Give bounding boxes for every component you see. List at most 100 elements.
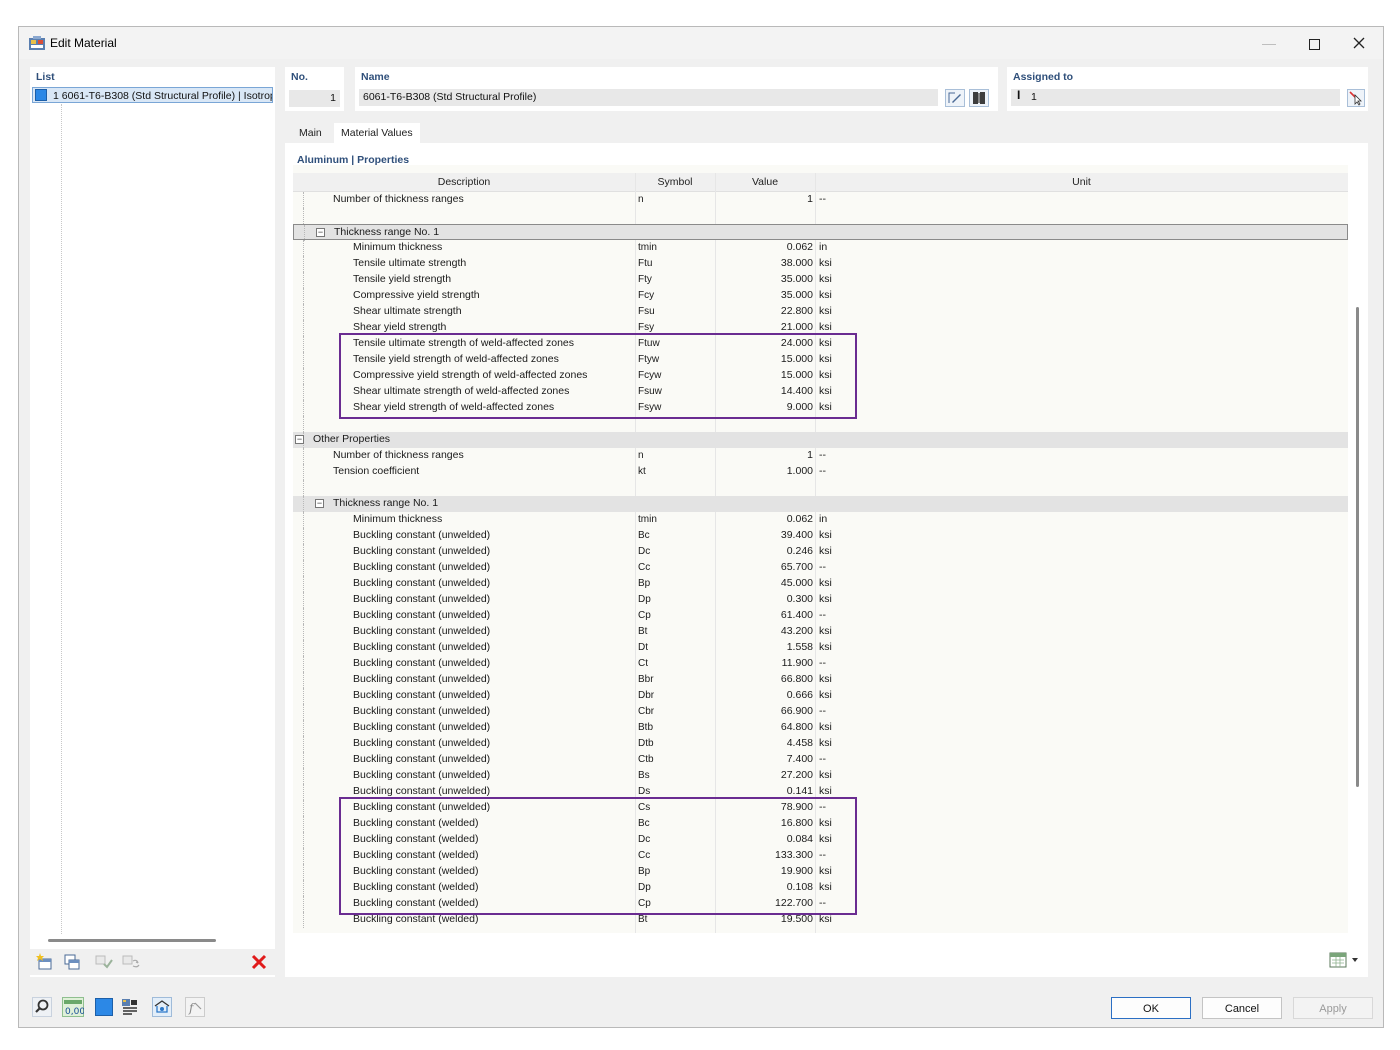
list-horizontal-scrollbar[interactable] xyxy=(48,939,216,942)
table-row[interactable]: Buckling constant (unwelded) Ctb 7.400 -- xyxy=(293,752,1348,768)
row-description: Number of thickness ranges xyxy=(333,193,464,205)
table-row[interactable]: Buckling constant (unwelded) Bbr 66.800 ksi xyxy=(293,672,1348,688)
header-symbol[interactable]: Symbol xyxy=(635,173,715,191)
search-icon[interactable] xyxy=(32,997,52,1017)
row-value[interactable]: 27.200 xyxy=(713,769,813,781)
close-button[interactable] xyxy=(1339,31,1379,55)
header-value[interactable]: Value xyxy=(715,173,815,191)
row-value[interactable]: 61.400 xyxy=(713,609,813,621)
spacer-row xyxy=(293,208,1348,224)
delete-icon[interactable] xyxy=(250,953,268,971)
row-value[interactable]: 0.062 xyxy=(713,241,813,253)
row-symbol: Bt xyxy=(638,626,648,637)
table-row[interactable]: Number of thickness ranges n 1 -- xyxy=(293,448,1348,464)
table-row[interactable]: Buckling constant (unwelded) Bp 45.000 ksi xyxy=(293,576,1348,592)
table-row[interactable]: Number of thickness ranges n 1 -- xyxy=(293,192,1348,208)
row-value[interactable]: 39.400 xyxy=(713,529,813,541)
row-value[interactable]: 65.700 xyxy=(713,561,813,573)
row-value[interactable]: 1.558 xyxy=(713,641,813,653)
row-value[interactable]: 22.800 xyxy=(713,305,813,317)
minimize-button[interactable]: — xyxy=(1249,31,1289,55)
header-unit[interactable]: Unit xyxy=(815,173,1348,191)
decimal-places-icon[interactable]: 0,00 xyxy=(62,997,84,1017)
table-row[interactable]: Buckling constant (unwelded) Cbr 66.900 -- xyxy=(293,704,1348,720)
row-value[interactable]: 43.200 xyxy=(713,625,813,637)
table-row[interactable]: Buckling constant (unwelded) Dtb 4.458 ksi xyxy=(293,736,1348,752)
collapse-toggle-icon[interactable]: − xyxy=(316,228,325,237)
row-value[interactable]: 45.000 xyxy=(713,577,813,589)
row-value[interactable]: 66.900 xyxy=(713,705,813,717)
table-row[interactable]: Buckling constant (unwelded) Bc 39.400 ksi xyxy=(293,528,1348,544)
collapse-toggle-icon[interactable]: − xyxy=(315,499,324,508)
apply-button[interactable]: Apply xyxy=(1293,997,1373,1019)
group-row[interactable]: − Other Properties xyxy=(293,432,1348,448)
table-row[interactable]: Buckling constant (unwelded) Dbr 0.666 ksi xyxy=(293,688,1348,704)
row-value[interactable]: 0.246 xyxy=(713,545,813,557)
ok-button[interactable]: OK xyxy=(1111,997,1191,1019)
table-row[interactable]: Buckling constant (unwelded) Bs 27.200 ksi xyxy=(293,768,1348,784)
list-item-material-1[interactable]: 1 6061-T6-B308 (Std Structural Profile) … xyxy=(32,87,273,103)
assigned-field[interactable]: I 1 xyxy=(1011,88,1340,106)
renumber-icon[interactable] xyxy=(122,953,140,971)
row-value[interactable]: 38.000 xyxy=(713,257,813,269)
formula-icon[interactable]: f xyxy=(185,997,205,1017)
group-row[interactable]: − Thickness range No. 1 xyxy=(293,224,1348,241)
row-value[interactable]: 0.666 xyxy=(713,689,813,701)
display-properties-icon[interactable] xyxy=(152,997,172,1017)
table-row[interactable]: Buckling constant (unwelded) Dp 0.300 ksi xyxy=(293,592,1348,608)
row-value[interactable]: 7.400 xyxy=(713,753,813,765)
collapse-toggle-icon[interactable]: − xyxy=(295,435,304,444)
row-value[interactable]: 35.000 xyxy=(713,289,813,301)
row-value[interactable]: 64.800 xyxy=(713,721,813,733)
tree-guide-line xyxy=(303,416,304,432)
grid-vertical-scrollbar[interactable] xyxy=(1356,307,1359,787)
table-row[interactable]: Tension coefficient kt 1.000 -- xyxy=(293,464,1348,480)
row-description: Buckling constant (unwelded) xyxy=(353,737,491,749)
row-value[interactable]: 35.000 xyxy=(713,273,813,285)
table-row[interactable]: Buckling constant (unwelded) Cp 61.400 -- xyxy=(293,608,1348,624)
check-icon[interactable] xyxy=(95,953,113,971)
table-row[interactable]: Shear ultimate strength Fsu 22.800 ksi xyxy=(293,304,1348,320)
tab-main[interactable]: Main xyxy=(292,123,329,143)
row-unit: ksi xyxy=(819,625,832,637)
row-value[interactable]: 1 xyxy=(713,449,813,461)
table-row[interactable]: Buckling constant (unwelded) Dt 1.558 ksi xyxy=(293,640,1348,656)
material-library-book-icon[interactable] xyxy=(969,89,989,107)
row-value[interactable]: 4.458 xyxy=(713,737,813,749)
table-row[interactable]: Buckling constant (unwelded) Btb 64.800 ksi xyxy=(293,720,1348,736)
row-value[interactable]: 21.000 xyxy=(713,321,813,333)
tab-material-values[interactable]: Material Values xyxy=(334,123,420,143)
row-value[interactable]: 0.300 xyxy=(713,593,813,605)
row-value[interactable]: 0.062 xyxy=(713,513,813,525)
group-row[interactable]: − Thickness range No. 1 xyxy=(293,496,1348,512)
header-description[interactable]: Description xyxy=(293,173,635,191)
tree-guide-line xyxy=(303,688,304,704)
table-row[interactable]: Buckling constant (unwelded) Cc 65.700 -- xyxy=(293,560,1348,576)
table-row[interactable]: Tensile yield strength Fty 35.000 ksi xyxy=(293,272,1348,288)
cancel-button[interactable]: Cancel xyxy=(1202,997,1282,1019)
export-table-icon[interactable] xyxy=(1328,951,1362,969)
row-unit: -- xyxy=(819,705,826,717)
row-value[interactable]: 11.900 xyxy=(713,657,813,669)
material-library-icon[interactable] xyxy=(120,997,140,1017)
row-value[interactable]: 1 xyxy=(713,193,813,205)
number-field[interactable]: 1 xyxy=(289,90,340,107)
new-item-icon[interactable] xyxy=(36,953,54,971)
copy-item-icon[interactable] xyxy=(63,953,81,971)
row-value[interactable]: 1.000 xyxy=(713,465,813,477)
table-row[interactable]: Buckling constant (unwelded) Dc 0.246 ksi xyxy=(293,544,1348,560)
table-row[interactable]: Compressive yield strength Fcy 35.000 ksi xyxy=(293,288,1348,304)
row-value[interactable]: 66.800 xyxy=(713,673,813,685)
color-swatch-icon[interactable] xyxy=(95,998,113,1016)
table-row[interactable]: Tensile ultimate strength Ftu 38.000 ksi xyxy=(293,256,1348,272)
pick-member-icon[interactable] xyxy=(1347,89,1365,107)
row-value[interactable]: 0.141 xyxy=(713,785,813,797)
table-row[interactable]: Minimum thickness tmin 0.062 in xyxy=(293,240,1348,256)
table-row[interactable]: Buckling constant (unwelded) Ct 11.900 -- xyxy=(293,656,1348,672)
edit-name-icon[interactable] xyxy=(945,89,965,107)
table-row[interactable]: Buckling constant (unwelded) Bt 43.200 ksi xyxy=(293,624,1348,640)
table-row[interactable]: Minimum thickness tmin 0.062 in xyxy=(293,512,1348,528)
name-field[interactable]: 6061-T6-B308 (Std Structural Profile) xyxy=(359,89,938,106)
maximize-button[interactable] xyxy=(1294,31,1334,55)
tree-guide-line xyxy=(303,512,304,528)
